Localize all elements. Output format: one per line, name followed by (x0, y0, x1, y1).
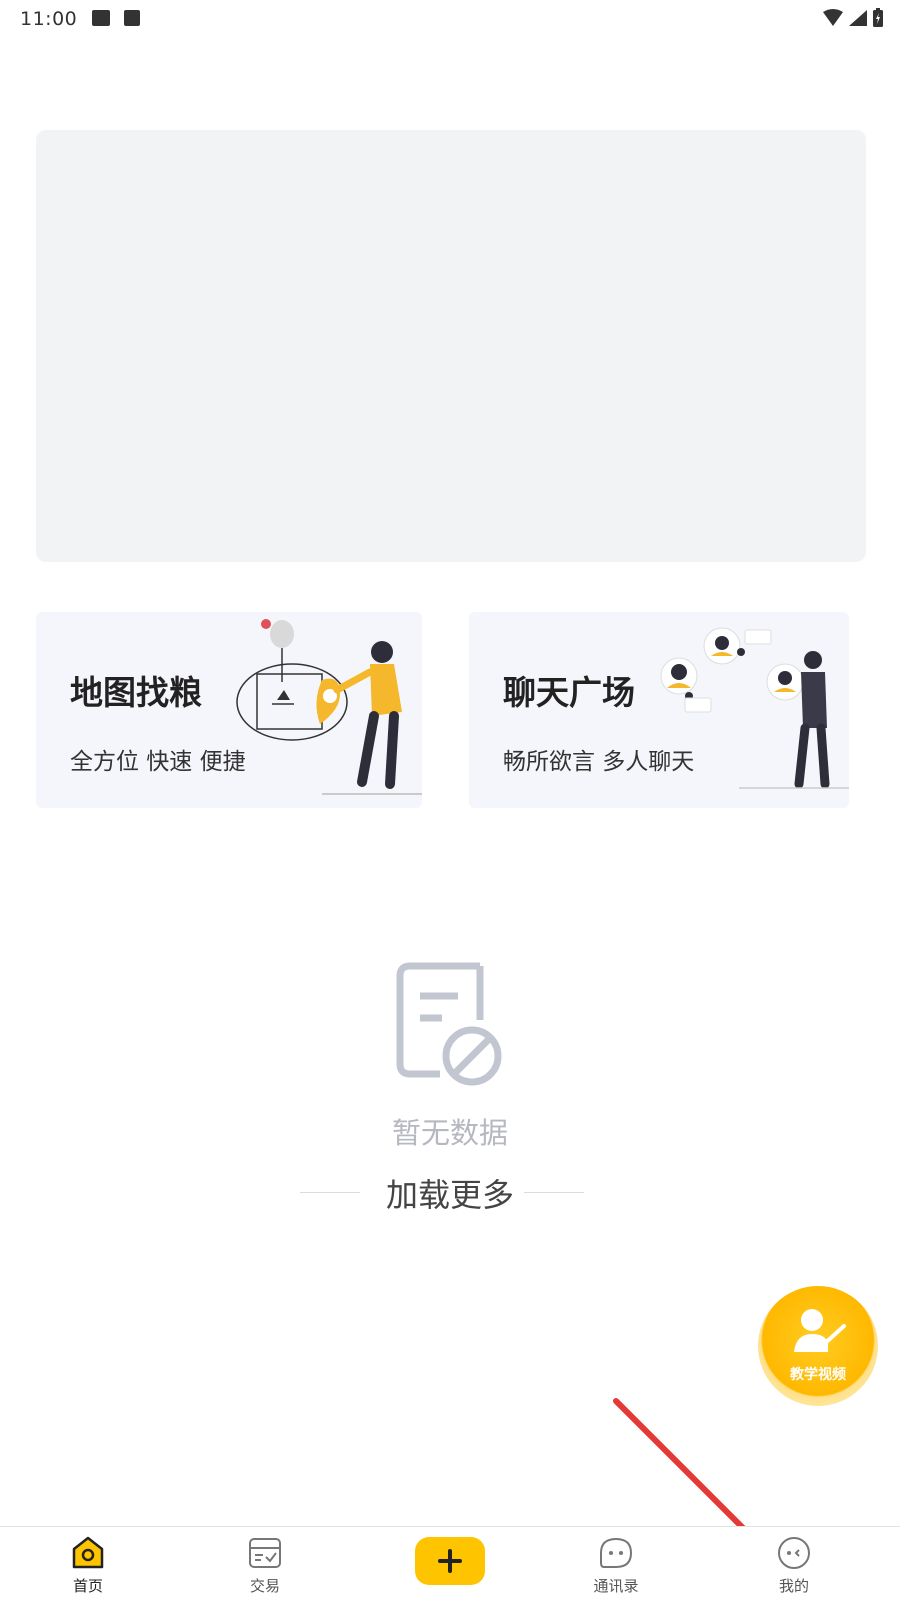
tab-profile[interactable]: 我的 (734, 1527, 854, 1600)
home-icon (72, 1536, 104, 1569)
chat-illustration-icon (660, 627, 849, 789)
wifi-icon (823, 9, 843, 26)
status-bar: 11:00 (0, 0, 900, 38)
card-title: 聊天广场 (503, 673, 635, 712)
tab-trade-label: 交易 (249, 1577, 280, 1595)
tab-contacts-label: 通讯录 (593, 1577, 639, 1595)
tab-profile-label: 我的 (778, 1577, 809, 1595)
card-subtitle: 全方位 快速 便捷 (70, 749, 246, 775)
profile-icon (778, 1537, 810, 1569)
status-icons (822, 8, 884, 28)
teacher-icon (794, 1309, 846, 1352)
tab-add-button[interactable] (415, 1537, 485, 1585)
app-notification-icon (124, 10, 140, 26)
battery-icon (873, 8, 883, 27)
empty-state-text: 暂无数据 (391, 1116, 508, 1150)
tutorial-video-button[interactable]: 教学视频 (758, 1286, 878, 1406)
tab-contacts[interactable]: 通讯录 (556, 1527, 676, 1600)
load-more-button[interactable]: 加载更多 (0, 1170, 900, 1216)
status-time: 11:00 (20, 8, 78, 30)
card-map-find-grain[interactable]: 地图找粮 全方位 快速 便捷 (36, 612, 422, 808)
trade-icon (249, 1538, 281, 1568)
bottom-tab-bar: 首页 交易 通讯录 我的 (0, 1526, 900, 1600)
no-data-icon (396, 962, 502, 1086)
map-illustration-icon (236, 619, 422, 795)
image-notification-icon (92, 10, 110, 26)
card-chat-square[interactable]: 聊天广场 畅所欲言 多人聊天 (469, 612, 849, 808)
tutorial-video-label: 教学视频 (790, 1367, 846, 1383)
tab-home[interactable]: 首页 (28, 1527, 148, 1600)
tab-home-label: 首页 (72, 1577, 103, 1595)
tab-trade[interactable]: 交易 (205, 1527, 325, 1600)
banner-carousel[interactable] (36, 130, 866, 562)
contacts-icon (600, 1537, 633, 1568)
card-title: 地图找粮 (70, 673, 202, 712)
signal-icon (849, 10, 867, 26)
